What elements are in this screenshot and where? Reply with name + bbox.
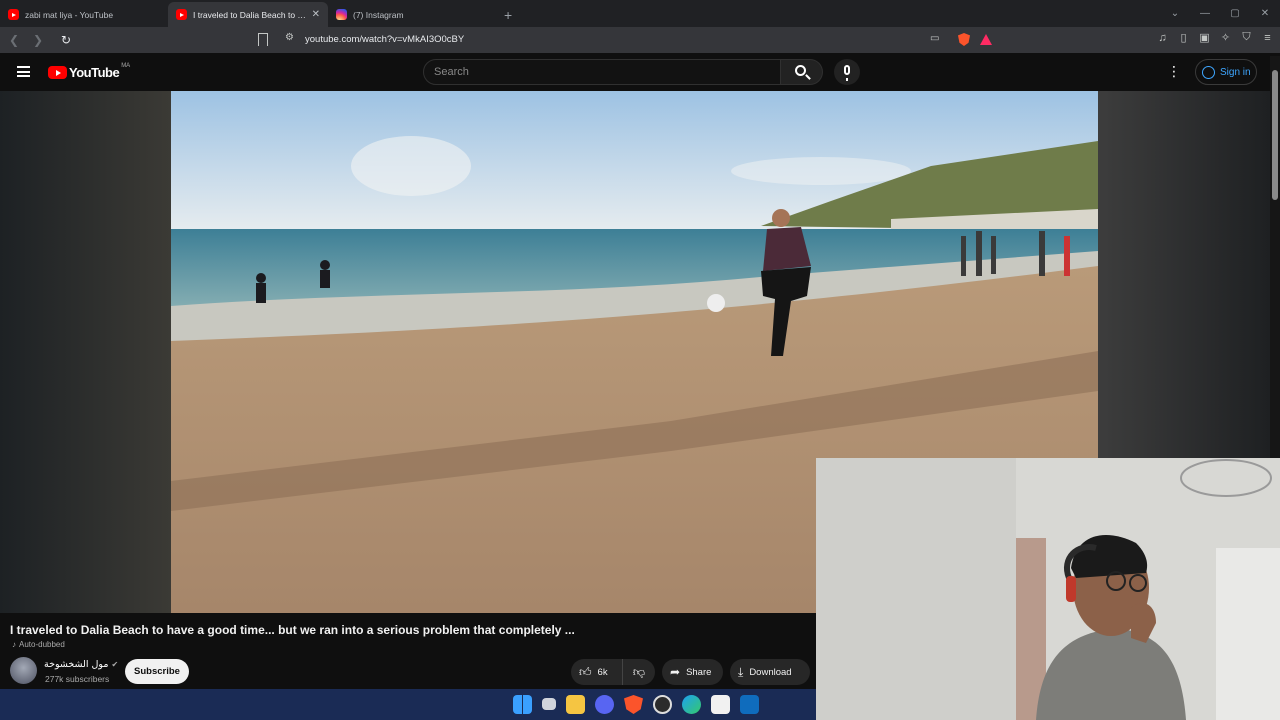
webcam-frame bbox=[816, 458, 1280, 720]
youtube-logo[interactable]: YouTube MA bbox=[48, 62, 131, 80]
search-input[interactable] bbox=[424, 60, 780, 84]
download-label: Download bbox=[749, 666, 792, 678]
thumbs-up-icon: 👍︎ bbox=[579, 664, 592, 679]
country-code: MA bbox=[121, 62, 131, 69]
windows-start-icon[interactable] bbox=[513, 695, 532, 714]
like-button[interactable]: 👍︎ 6k bbox=[571, 659, 623, 685]
tab-title: zabi mat liya - YouTube bbox=[25, 9, 114, 20]
share-icon: ➦ bbox=[670, 665, 681, 679]
tab-title: I traveled to Dalia Beach to have bbox=[193, 9, 308, 20]
youtube-masthead: YouTube MA ⋮ Sign in bbox=[0, 53, 1280, 91]
search-button[interactable] bbox=[781, 59, 823, 85]
address-bar[interactable]: youtube.com/watch?v=vMkAI3O0cBY bbox=[305, 34, 464, 45]
forward-icon[interactable]: ❯ bbox=[28, 33, 48, 47]
browser-tab-1[interactable]: zabi mat liya - YouTube bbox=[0, 2, 160, 27]
taskbar-icons bbox=[513, 695, 759, 714]
microphone-icon bbox=[844, 65, 850, 81]
task-view-icon[interactable] bbox=[542, 698, 556, 710]
subscribe-button[interactable]: Subscribe bbox=[125, 659, 189, 684]
webcam-overlay bbox=[816, 458, 1280, 720]
windows-taskbar bbox=[0, 689, 816, 720]
like-count: 6k bbox=[597, 666, 608, 678]
brave-rewards-icon[interactable] bbox=[980, 34, 992, 45]
youtube-favicon-icon bbox=[176, 9, 187, 20]
edge-icon[interactable] bbox=[682, 695, 701, 714]
instagram-favicon-icon bbox=[336, 9, 347, 20]
browser-tab-3[interactable]: (7) Instagram bbox=[328, 2, 488, 27]
back-icon[interactable]: ❮ bbox=[4, 33, 24, 47]
auto-dubbed-badge: ♪ Auto-dubbed bbox=[12, 640, 65, 649]
reload-icon[interactable]: ↻ bbox=[56, 33, 76, 47]
sign-in-label: Sign in bbox=[1220, 66, 1251, 78]
scrollbar-thumb[interactable] bbox=[1272, 70, 1278, 200]
wallet-icon[interactable]: ▣ bbox=[1198, 31, 1211, 44]
search-icon bbox=[795, 65, 806, 76]
tab-title: (7) Instagram bbox=[353, 9, 404, 20]
voice-search-button[interactable] bbox=[834, 59, 860, 85]
share-label: Share bbox=[686, 666, 712, 678]
discord-icon[interactable] bbox=[595, 695, 614, 714]
channel-avatar[interactable] bbox=[10, 657, 37, 684]
video-title: I traveled to Dalia Beach to have a good… bbox=[10, 623, 575, 637]
close-window-icon[interactable]: ✕ bbox=[1250, 8, 1280, 19]
thumbs-down-icon: 👎︎ bbox=[632, 664, 646, 679]
toolbar-right-icons: ♫ ▯ ▣ ✧ ⛉ ≡ bbox=[1156, 31, 1274, 44]
obs-icon[interactable] bbox=[653, 695, 672, 714]
maximize-icon[interactable]: ▢ bbox=[1220, 8, 1250, 19]
minimize-icon[interactable]: — bbox=[1190, 8, 1220, 19]
cast-icon[interactable]: ▭ bbox=[930, 33, 939, 44]
vpn-icon[interactable]: ⛉ bbox=[1240, 31, 1253, 44]
file-explorer-icon[interactable] bbox=[566, 695, 585, 714]
auto-dubbed-label: Auto-dubbed bbox=[19, 640, 65, 649]
tab-search-icon[interactable]: ⌄ bbox=[1160, 8, 1190, 19]
youtube-play-icon bbox=[48, 66, 67, 79]
search-box bbox=[423, 59, 781, 85]
dislike-button[interactable]: 👎︎ bbox=[623, 665, 655, 680]
user-icon bbox=[1202, 65, 1215, 79]
close-tab-icon[interactable]: ✕ bbox=[312, 9, 320, 20]
brave-shields-icon[interactable] bbox=[958, 33, 970, 46]
store-icon[interactable] bbox=[711, 695, 730, 714]
download-button[interactable]: ⤓ Download bbox=[730, 659, 810, 685]
outlook-icon[interactable] bbox=[740, 695, 759, 714]
sidebar-icon[interactable]: ▯ bbox=[1177, 31, 1190, 44]
music-icon[interactable]: ♫ bbox=[1156, 32, 1169, 44]
site-info-icon[interactable]: ⚙ bbox=[285, 32, 294, 43]
window-controls: ⌄ — ▢ ✕ bbox=[1160, 0, 1280, 27]
download-icon: ⤓ bbox=[738, 664, 744, 679]
menu-icon[interactable]: ≡ bbox=[1261, 32, 1274, 44]
extensions-icon[interactable]: ✧ bbox=[1219, 31, 1232, 44]
new-tab-button[interactable]: + bbox=[504, 2, 512, 27]
brave-browser-icon[interactable] bbox=[624, 695, 643, 714]
browser-tab-strip: zabi mat liya - YouTube I traveled to Da… bbox=[0, 0, 1280, 27]
channel-name-text: مول الشخشوخة bbox=[44, 659, 109, 670]
like-dislike-pill: 👍︎ 6k 👎︎ bbox=[571, 659, 655, 685]
share-button[interactable]: ➦ Share bbox=[662, 659, 723, 685]
sign-in-button[interactable]: Sign in bbox=[1195, 59, 1257, 85]
logo-text: YouTube bbox=[69, 65, 120, 80]
browser-toolbar: ❮ ❯ ↻ ⚙ youtube.com/watch?v=vMkAI3O0cBY … bbox=[0, 27, 1280, 53]
more-options-icon[interactable]: ⋮ bbox=[1167, 63, 1182, 80]
browser-tab-2[interactable]: I traveled to Dalia Beach to have ✕ bbox=[168, 2, 328, 27]
bookmark-icon[interactable] bbox=[258, 33, 268, 46]
dub-icon: ♪ bbox=[12, 640, 16, 649]
hamburger-menu-icon[interactable] bbox=[17, 66, 30, 77]
verified-icon: ✔ bbox=[111, 660, 119, 669]
youtube-favicon-icon bbox=[8, 9, 19, 20]
ambient-left bbox=[0, 91, 171, 613]
ambient-right bbox=[1098, 91, 1270, 461]
channel-name[interactable]: مول الشخشوخة ✔ bbox=[44, 659, 118, 670]
subscriber-count: 277k subscribers bbox=[45, 674, 110, 684]
